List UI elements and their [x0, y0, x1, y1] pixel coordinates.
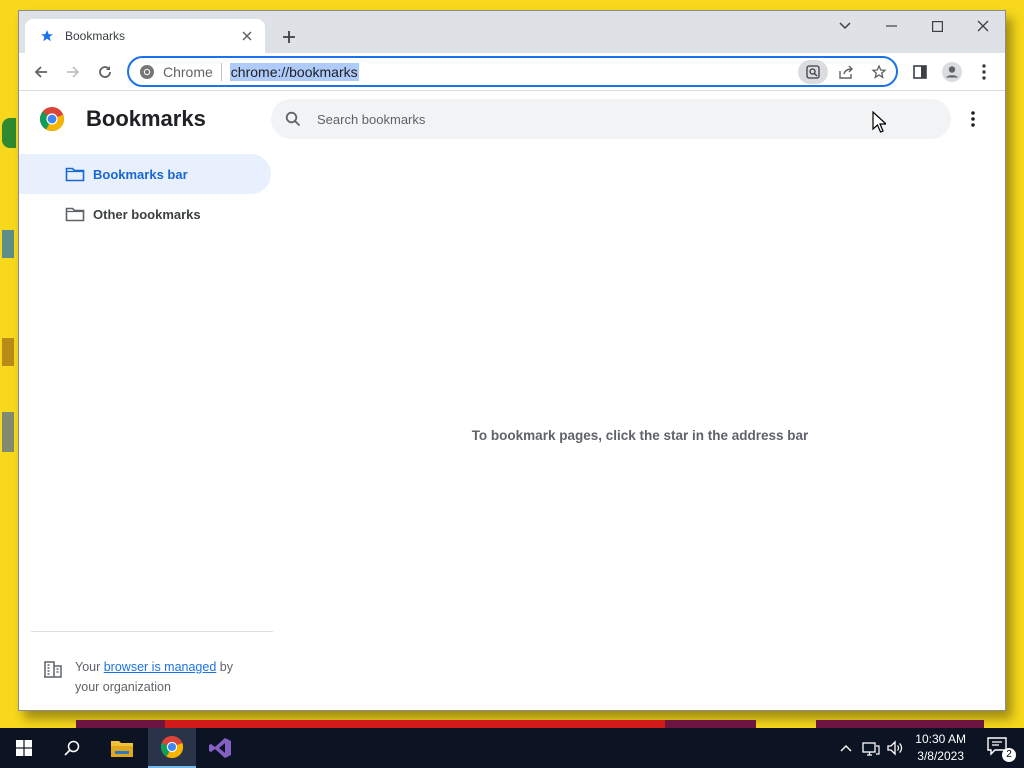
- desktop-icon: [2, 118, 16, 148]
- taskbar: 10:30 AM 3/8/2023 2: [0, 720, 1024, 768]
- visual-studio-button[interactable]: [196, 728, 244, 768]
- side-panel-icon[interactable]: [906, 58, 934, 86]
- chrome-logo-icon: [40, 107, 64, 132]
- folder-sidebar: Bookmarks bar Other bookmarks Your brows…: [19, 154, 273, 710]
- show-hidden-icons[interactable]: [836, 728, 856, 768]
- address-bar[interactable]: Chrome chrome://bookmarks: [127, 56, 898, 87]
- back-icon[interactable]: [27, 58, 55, 86]
- page-title: Bookmarks: [86, 106, 206, 131]
- building-icon: [44, 661, 62, 678]
- page-header: Bookmarks Search bookmarks: [19, 92, 1005, 148]
- network-icon[interactable]: [860, 728, 882, 768]
- empty-list-message: To bookmark pages, click the star in the…: [471, 428, 809, 443]
- share-icon[interactable]: [834, 60, 860, 84]
- sidebar-item-other-bookmarks[interactable]: Other bookmarks: [19, 194, 271, 234]
- clock-date: 3/8/2023: [917, 749, 964, 763]
- browser-managed-link[interactable]: browser is managed: [104, 660, 217, 674]
- more-menu-icon[interactable]: [970, 58, 998, 86]
- search-placeholder: Search bookmarks: [317, 111, 426, 127]
- managed-text-prefix: Your: [75, 660, 104, 674]
- search-bookmarks-input[interactable]: Search bookmarks: [271, 99, 951, 139]
- close-tab-icon[interactable]: [239, 28, 255, 44]
- windows-icon: [16, 740, 32, 756]
- sidebar-item-bookmarks-bar[interactable]: Bookmarks bar: [19, 154, 271, 194]
- visual-studio-icon: [209, 738, 231, 758]
- chrome-logo-icon: [160, 735, 184, 759]
- notification-center-button[interactable]: 2: [986, 736, 1016, 762]
- folder-icon: [65, 167, 85, 182]
- search-icon: [64, 740, 80, 756]
- profile-avatar-icon[interactable]: [938, 58, 966, 86]
- bookmark-star-icon[interactable]: [866, 60, 892, 84]
- notification-count-badge: 2: [1002, 748, 1016, 762]
- minimize-icon[interactable]: [868, 11, 914, 41]
- volume-icon[interactable]: [884, 728, 906, 768]
- site-label: Chrome: [163, 63, 213, 80]
- clock-time: 10:30 AM: [915, 732, 966, 746]
- taskbar-search-button[interactable]: [48, 728, 96, 768]
- site-info[interactable]: Chrome: [139, 62, 222, 81]
- desktop-icon: [2, 338, 14, 366]
- close-icon[interactable]: [960, 11, 1005, 41]
- bookmarks-page: Bookmarks Search bookmarks Bookmarks bar…: [19, 92, 1005, 710]
- taskbar-preview-strip: [165, 720, 665, 728]
- forward-icon[interactable]: [59, 58, 87, 86]
- folder-icon: [65, 207, 85, 222]
- desktop-icon: [2, 412, 14, 452]
- lens-icon[interactable]: [798, 60, 828, 84]
- file-explorer-button[interactable]: [98, 728, 146, 768]
- desktop-icon: [2, 230, 14, 258]
- tab-search-icon[interactable]: [822, 11, 868, 41]
- taskbar-clock[interactable]: 10:30 AM 3/8/2023: [915, 731, 966, 765]
- new-tab-button[interactable]: [277, 25, 301, 49]
- chrome-site-icon: [140, 64, 154, 79]
- sidebar-item-label: Other bookmarks: [93, 206, 201, 222]
- chevron-up-icon: [840, 745, 852, 752]
- chrome-taskbar-button[interactable]: [148, 728, 196, 768]
- managed-notice: Your browser is managed by your organiza…: [43, 657, 253, 697]
- tab-strip: Bookmarks: [19, 11, 1005, 53]
- sidebar-divider: [31, 631, 273, 632]
- folder-icon: [111, 741, 133, 757]
- start-button[interactable]: [0, 728, 48, 768]
- tab-bookmarks[interactable]: Bookmarks: [25, 19, 265, 53]
- star-icon: [39, 28, 55, 44]
- reload-icon[interactable]: [91, 58, 119, 86]
- organize-menu-icon[interactable]: [961, 107, 985, 131]
- taskbar-preview-strip: [816, 720, 984, 728]
- browser-window: Bookmarks Chrome chrome://bookmarks Book…: [18, 10, 1006, 711]
- tab-title: Bookmarks: [65, 29, 126, 43]
- mouse-cursor-icon: [872, 111, 886, 133]
- sidebar-item-label: Bookmarks bar: [93, 166, 188, 182]
- search-icon: [285, 111, 301, 127]
- url-text[interactable]: chrome://bookmarks: [229, 62, 359, 81]
- browser-toolbar: Chrome chrome://bookmarks: [19, 53, 1005, 91]
- maximize-icon[interactable]: [914, 11, 960, 41]
